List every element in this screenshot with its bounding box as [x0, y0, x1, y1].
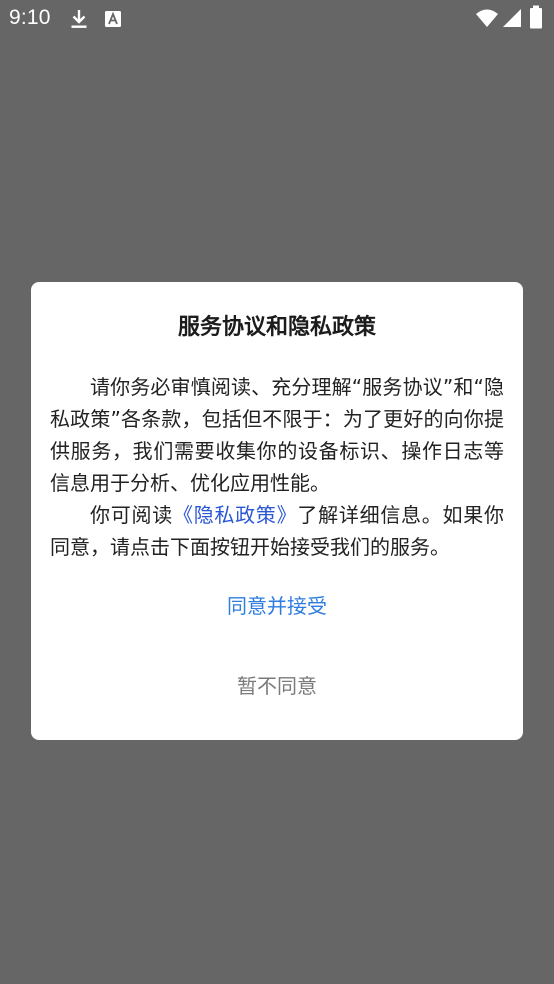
download-icon [71, 10, 87, 28]
privacy-dialog: 服务协议和隐私政策 请你务必审慎阅读、充分理解“服务协议”和“隐私政策”各条款，… [31, 282, 523, 740]
status-time: 9:10 [9, 6, 51, 29]
agree-button[interactable]: 同意并接受 [177, 591, 377, 621]
status-bar: 9:10 [0, 0, 554, 36]
signal-icon [503, 9, 521, 27]
privacy-policy-link[interactable]: 《隐私政策》 [173, 503, 297, 527]
a-badge-icon [105, 11, 121, 27]
wifi-icon [476, 9, 498, 27]
decline-button[interactable]: 暂不同意 [177, 671, 377, 701]
dialog-paragraph-1: 请你务必审慎阅读、充分理解“服务协议”和“隐私政策”各条款，包括但不限于：为了更… [50, 375, 504, 495]
paragraph-2-prefix: 你可阅读 [90, 503, 173, 527]
battery-icon [530, 5, 542, 29]
dialog-body: 请你务必审慎阅读、充分理解“服务协议”和“隐私政策”各条款，包括但不限于：为了更… [50, 371, 504, 563]
dialog-title: 服务协议和隐私政策 [177, 315, 376, 340]
dialog-paragraph-2: 你可阅读《隐私政策》了解详细信息。如果你同意，请点击下面按钮开始接受我们的服务。 [50, 499, 504, 563]
